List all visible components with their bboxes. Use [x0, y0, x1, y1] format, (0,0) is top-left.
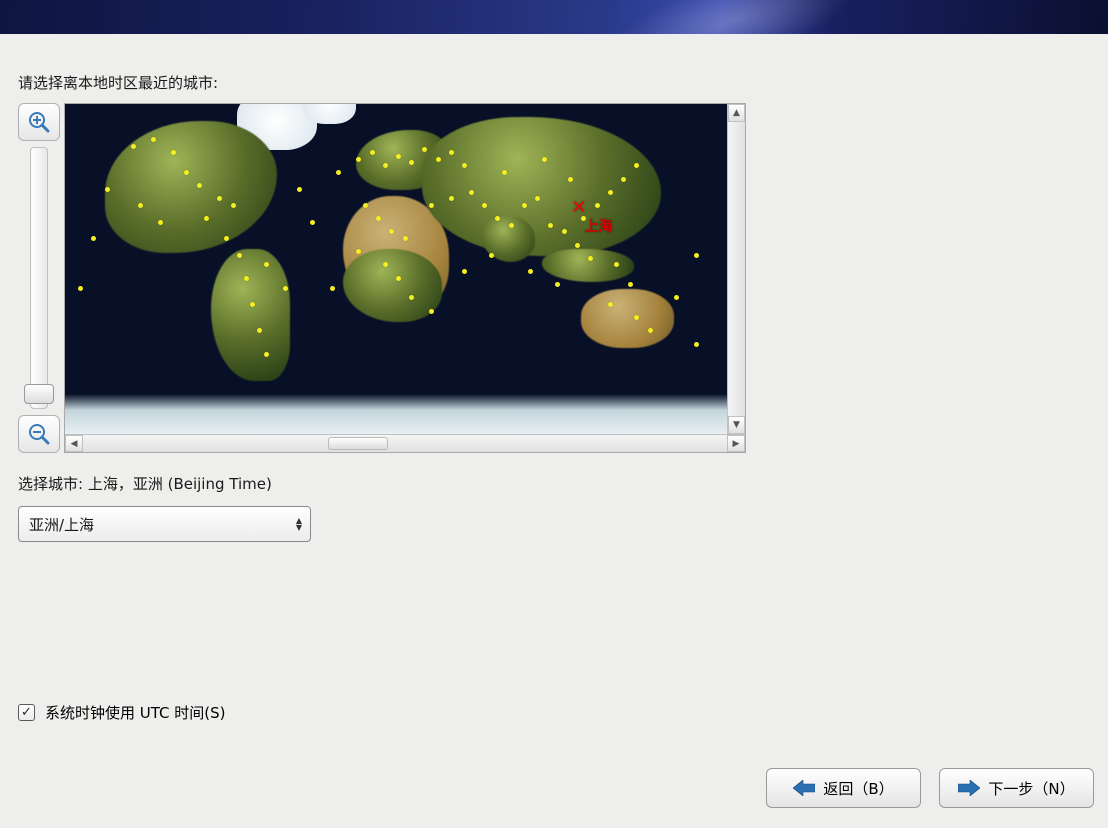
header-banner: [0, 0, 1108, 34]
arrow-right-icon: [958, 780, 980, 796]
zoom-slider[interactable]: [30, 147, 48, 409]
scroll-right-icon[interactable]: ▶: [727, 435, 745, 452]
selected-city-marker: ✕: [571, 203, 586, 213]
map-area: ✕ 上海 ▲ ▼ ◀ ▶: [18, 103, 1090, 453]
back-button-label: 返回（B）: [823, 778, 893, 799]
map-container: ✕ 上海 ▲ ▼ ◀ ▶: [64, 103, 746, 453]
world-map[interactable]: ✕ 上海: [65, 104, 727, 434]
footer-buttons: 返回（B） 下一步（N）: [766, 768, 1094, 808]
next-button-label: 下一步（N）: [988, 778, 1074, 799]
next-button[interactable]: 下一步（N）: [939, 768, 1094, 808]
zoom-out-button[interactable]: [18, 415, 60, 453]
arrow-left-icon: [793, 780, 815, 796]
scroll-down-icon[interactable]: ▼: [728, 416, 745, 434]
scrollbar-thumb[interactable]: [328, 437, 388, 450]
utc-option: ✓ 系统时钟使用 UTC 时间(S): [18, 702, 226, 723]
zoom-in-button[interactable]: [18, 103, 60, 141]
map-horizontal-scrollbar[interactable]: ◀ ▶: [65, 434, 745, 452]
scroll-left-icon[interactable]: ◀: [65, 435, 83, 452]
zoom-out-icon: [27, 422, 51, 446]
timezone-value: 亚洲/上海: [29, 514, 94, 535]
back-button[interactable]: 返回（B）: [766, 768, 921, 808]
scroll-up-icon[interactable]: ▲: [728, 104, 745, 122]
map-vertical-scrollbar[interactable]: ▲ ▼: [727, 104, 745, 434]
timezone-prompt: 请选择离本地时区最近的城市:: [18, 72, 1090, 93]
timezone-combobox[interactable]: 亚洲/上海 ▲▼: [18, 506, 311, 542]
utc-label: 系统时钟使用 UTC 时间(S): [45, 702, 226, 723]
zoom-slider-handle[interactable]: [24, 384, 54, 404]
chevron-updown-icon: ▲▼: [296, 517, 302, 531]
zoom-controls: [18, 103, 60, 453]
selected-city-text: 选择城市: 上海，亚洲 (Beijing Time): [18, 473, 1090, 494]
selected-city-label: 上海: [585, 216, 613, 236]
utc-checkbox[interactable]: ✓: [18, 704, 35, 721]
zoom-in-icon: [27, 110, 51, 134]
